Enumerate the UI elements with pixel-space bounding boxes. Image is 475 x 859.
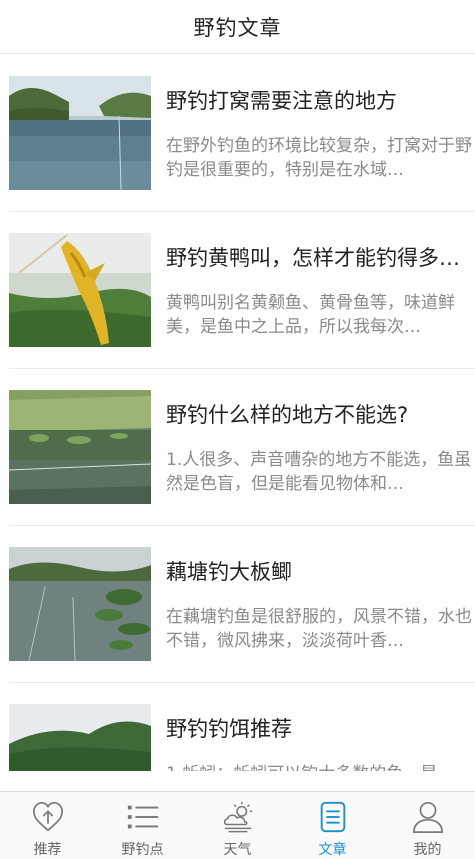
heart-arrow-icon <box>32 801 63 832</box>
article-item[interactable]: 野钓什么样的地方不能选? 1.人很多、声音嘈杂的地方不能选，鱼虽然是色盲，但是能… <box>9 369 475 526</box>
article-item[interactable]: 野钓钓饵推荐 1.蚯蚓：蚯蚓可以钓大多数的鱼，是… <box>9 683 475 771</box>
article-thumbnail <box>9 704 151 771</box>
tab-weather[interactable]: 天气 <box>190 792 285 859</box>
article-item[interactable]: 藕塘钓大板鲫 在藕塘钓鱼是很舒服的，风景不错，水也不错，微风拂来，淡淡荷叶香… <box>9 526 475 683</box>
tab-label: 天气 <box>223 842 252 858</box>
article-title[interactable]: 野钓黄鸭叫，怎样才能钓得多… <box>166 242 475 272</box>
bottom-tab-bar: 推荐 野钓点 天气 文章 我的 <box>0 791 475 859</box>
article-item[interactable]: 野钓黄鸭叫，怎样才能钓得多… 黄鸭叫别名黄颡鱼、黄骨鱼等，味道鲜美，是鱼中之上品… <box>9 212 475 369</box>
article-thumbnail <box>9 390 151 504</box>
page-title: 野钓文章 <box>193 15 282 40</box>
tab-label: 推荐 <box>33 842 62 858</box>
article-summary: 在野外钓鱼的环境比较复杂，打窝对于野钓是很重要的，特别是在水域… <box>166 136 472 180</box>
tab-recommend[interactable]: 推荐 <box>0 792 95 859</box>
tab-label: 野钓点 <box>121 842 164 858</box>
article-list[interactable]: 野钓打窝需要注意的地方 在野外钓鱼的环境比较复杂，打窝对于野钓是很重要的，特别是… <box>0 55 475 771</box>
article-thumbnail <box>9 233 151 347</box>
article-summary: 在藕塘钓鱼是很舒服的，风景不错，水也不错，微风拂来，淡淡荷叶香… <box>166 607 472 651</box>
article-title[interactable]: 藕塘钓大板鲫 <box>166 556 475 586</box>
weather-icon <box>223 801 252 833</box>
list-icon <box>127 805 158 829</box>
article-title[interactable]: 野钓什么样的地方不能选? <box>166 399 475 429</box>
article-title[interactable]: 野钓钓饵推荐 <box>166 713 475 743</box>
tab-label: 我的 <box>413 842 442 858</box>
document-icon <box>320 801 345 833</box>
article-summary: 黄鸭叫别名黄颡鱼、黄骨鱼等，味道鲜美，是鱼中之上品，所以我每次… <box>166 293 455 337</box>
article-title[interactable]: 野钓打窝需要注意的地方 <box>166 85 475 115</box>
article-summary: 1.蚯蚓：蚯蚓可以钓大多数的鱼，是… <box>166 762 475 771</box>
tab-label: 文章 <box>318 842 347 858</box>
article-item[interactable]: 野钓打窝需要注意的地方 在野外钓鱼的环境比较复杂，打窝对于野钓是很重要的，特别是… <box>9 55 475 212</box>
article-thumbnail <box>9 547 151 661</box>
person-icon <box>412 801 443 833</box>
tab-spots[interactable]: 野钓点 <box>95 792 190 859</box>
article-thumbnail <box>9 76 151 190</box>
tab-article[interactable]: 文章 <box>285 792 380 859</box>
article-summary: 1.人很多、声音嘈杂的地方不能选，鱼虽然是色盲，但是能看见物体和… <box>166 450 472 494</box>
app-header: 野钓文章 <box>0 0 475 54</box>
tab-mine[interactable]: 我的 <box>380 792 475 859</box>
